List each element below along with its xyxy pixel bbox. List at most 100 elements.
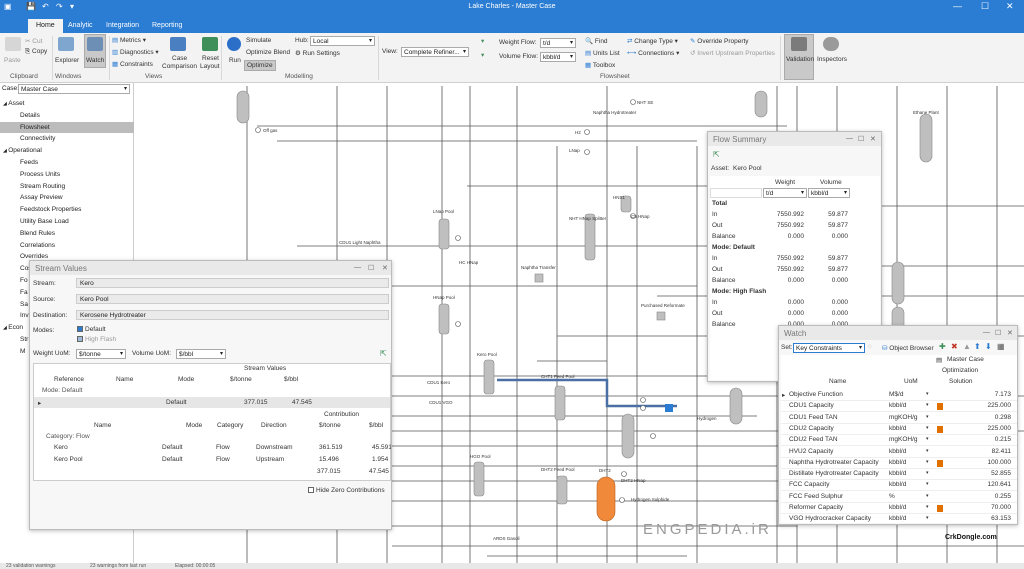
cut-button[interactable]: ✂ Cut [25,37,42,45]
watch-uom-dropdown-icon[interactable]: ▾ [926,493,929,499]
fs-minimize-icon[interactable]: — [846,135,853,142]
flowsheet-label[interactable]: HNS1 [613,195,626,200]
watch-remove-icon[interactable]: ✖ [951,342,958,351]
watch-row[interactable]: Naphtha Hydrotreater Capacity kbbl/d ▾ 100.… [781,458,1017,469]
constraints-button[interactable]: ▦ Constraints [112,60,153,68]
watch-maximize-icon[interactable]: ☐ [995,329,1001,337]
flowsheet-label[interactable]: Hydrogen Sulphide [631,497,670,502]
watch-col-uom[interactable]: UoM [904,378,918,385]
watch-row[interactable]: ▸ Objective Function M$/d ▾ 7.173 [781,390,1017,401]
optimize-button[interactable]: Optimize [244,60,276,71]
minimize-icon[interactable]: — [953,1,962,11]
flowsheet-label[interactable]: Kero Pool [477,352,497,357]
fs-volume-unit[interactable]: kbbl/d [808,188,850,198]
flowsheet-label[interactable]: NHT HNap Splitter [569,216,607,221]
watch-header[interactable]: Watch — ☐ ✕ [779,326,1017,340]
sv-weight-uom-select[interactable]: $/tonne [76,349,126,359]
sv-col-name[interactable]: Name [116,376,133,383]
override-property-button[interactable]: ✎ Override Property [690,37,749,45]
sv-ccol-bbl[interactable]: $/bbl [369,422,383,429]
flowsheet-label[interactable]: Naphtha Hydrotreater [593,110,637,115]
nav-item-6[interactable]: Process Units [0,169,134,181]
sv-col-bbl[interactable]: $/bbl [284,376,298,383]
nav-item-0[interactable]: ◢ Asset [0,98,134,110]
watch-close-icon[interactable]: ✕ [1007,329,1013,337]
flowsheet-label[interactable]: CHT1 Feed Pool [541,374,575,379]
status-warnings[interactable]: 23 warnings from last run [90,563,146,569]
find-button[interactable]: 🔍 Find [585,37,608,45]
sv-col-mode[interactable]: Mode [178,376,194,383]
inspectors-icon[interactable] [823,37,839,51]
nav-item-3[interactable]: Connectivity [0,133,134,145]
nav-item-9[interactable]: Feedstock Properties [0,204,134,216]
copy-button[interactable]: ⎘ Copy [25,48,47,56]
flowsheet-label[interactable]: CDU1 Kero [427,380,451,385]
watch-col-name[interactable]: Name [829,378,846,385]
watch-minimize-icon[interactable]: — [983,329,990,336]
watch-button[interactable]: Watch [86,57,104,64]
watch-row[interactable]: CDU2 Capacity kbbl/d ▾ 225.000 [781,424,1017,435]
nav-item-11[interactable]: Blend Rules [0,228,134,240]
maximize-icon[interactable]: ☐ [981,1,989,12]
watch-col-sol[interactable]: Solution [949,378,973,385]
watch-row[interactable]: FCC Capacity kbbl/d ▾ 120.641 [781,480,1017,492]
stream-values-header[interactable]: Stream Values — ☐ ✕ [30,261,391,275]
watch-clear-icon[interactable]: ◌ [868,343,872,350]
validation-button[interactable]: Validation [786,56,814,63]
tab-home[interactable]: Home [28,19,63,33]
case-comparison-icon[interactable] [170,37,186,51]
watch-move-down-icon[interactable]: ⬇ [985,342,992,351]
tab-integration[interactable]: Integration [98,19,147,33]
sv-volume-uom-select[interactable]: $/bbl [176,349,226,359]
flowsheet-label[interactable]: Hydrogen [697,416,717,421]
status-validation[interactable]: 23 validation warnings [6,563,55,569]
reset-layout-icon[interactable] [202,37,218,51]
sv-mode-default[interactable]: Default [77,326,106,333]
watch-uom-dropdown-icon[interactable]: ▾ [926,425,929,431]
tab-analytic[interactable]: Analytic [60,19,101,33]
flowsheet-label[interactable]: NHT SE [637,100,653,105]
flowsheet-label[interactable]: Ethane Plant [913,110,940,115]
fs-maximize-icon[interactable]: ☐ [858,135,864,143]
sv-ccol-name[interactable]: Name [94,422,111,429]
watch-move-up-icon[interactable]: ⬆ [974,342,981,351]
watch-icon[interactable] [87,37,103,51]
watch-uom-dropdown-icon[interactable]: ▾ [926,391,929,397]
sv-ccol-direction[interactable]: Direction [261,422,287,429]
sv-export-icon[interactable]: ⇱ [380,349,387,358]
watch-row[interactable]: FCC Feed Sulphur% ▾ 0.255 [781,492,1017,503]
nav-item-2[interactable]: Flowsheet [0,121,134,134]
nav-item-1[interactable]: Details [0,110,134,122]
sv-ccol-tonne[interactable]: $/tonne [319,422,341,429]
nav-item-10[interactable]: Utility Base Load [0,216,134,228]
sv-cgroup-row[interactable]: Category: Flow [46,433,90,440]
fs-close-icon[interactable]: ✕ [870,135,876,143]
watch-settings-icon[interactable]: ▦ [997,342,1005,351]
sv-mode-highflash[interactable]: High Flash [77,336,116,343]
fs-weight-unit[interactable]: t/d [763,188,807,198]
flowsheet-label[interactable]: HGO Pool [470,454,491,459]
volume-flow-select[interactable]: kbbl/d [540,52,576,62]
toolbox-button[interactable]: ▦ Toolbox [585,61,615,69]
sv-hide-zero-checkbox[interactable]: Hide Zero Contributions [308,487,385,494]
watch-uom-dropdown-icon[interactable]: ▾ [926,436,929,442]
watch-row[interactable]: CDU1 Feed TAN mgKOH/g ▾ 0.298 [781,413,1017,424]
sv-col-tonne[interactable]: $/tonne [230,376,252,383]
paste-icon[interactable] [5,37,21,51]
watch-row[interactable]: Reformer Capacity kbbl/d ▾ 70.000 [781,503,1017,514]
watch-uom-dropdown-icon[interactable]: ▾ [926,414,929,420]
watch-row[interactable]: CDU1 Capacity kbbl/d ▾ 225.000 [781,401,1017,413]
watch-object-browser[interactable]: ⛁ Object Browser [882,344,934,352]
paste-button[interactable]: Paste [4,57,21,64]
sv-col-reference[interactable]: Reference [54,376,84,383]
sv-close-icon[interactable]: ✕ [382,264,388,272]
change-type-button[interactable]: ⇄ Change Type ▾ [627,37,678,45]
hub-select[interactable]: Local [310,36,375,46]
nav-item-12[interactable]: Correlations [0,240,134,252]
watch-row[interactable]: Distillate Hydrotreater Capacity kbbl/d ▾ 5… [781,469,1017,481]
view-select[interactable]: Complete Refiner... [401,47,469,57]
flowsheet-label[interactable]: DHT2 [599,468,611,473]
optimize-blend-button[interactable]: Optimize Blend [246,49,290,56]
sv-minimize-icon[interactable]: — [354,264,361,271]
flowsheet-label[interactable]: H2 [575,130,581,135]
